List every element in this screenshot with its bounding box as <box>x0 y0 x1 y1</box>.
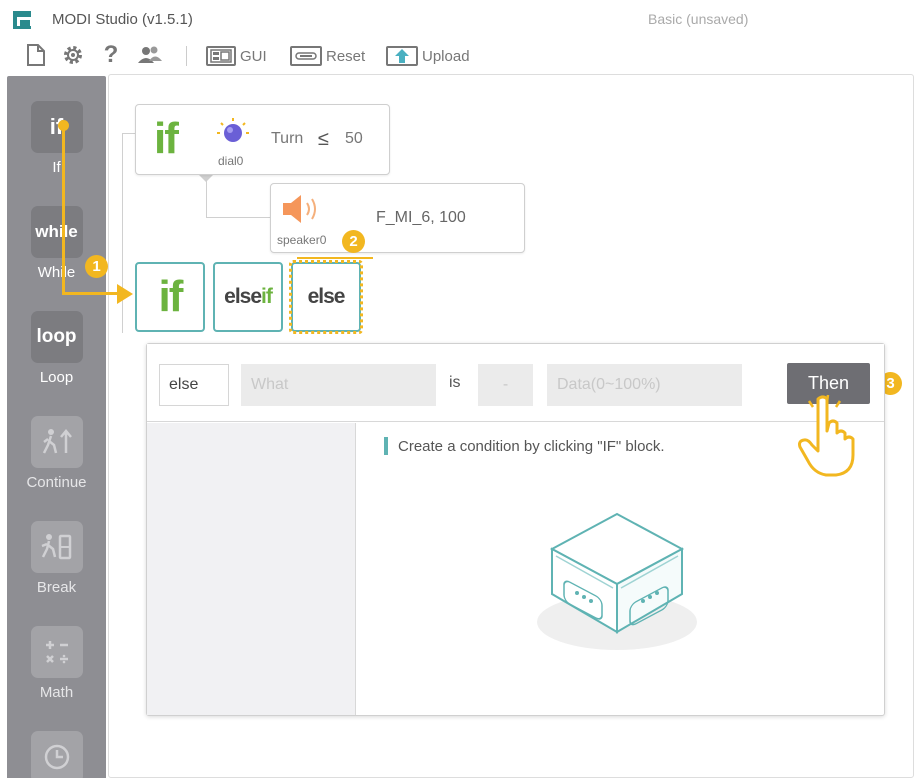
pointer-hand-icon <box>796 393 862 484</box>
settings-gear-icon[interactable] <box>60 43 86 67</box>
toolbar-separator <box>186 46 187 66</box>
step-badge-2: 2 <box>342 230 365 253</box>
what-field[interactable]: What <box>241 364 436 406</box>
flow-connector <box>206 217 270 218</box>
sidebar-item-label: Loop <box>39 369 74 386</box>
sidebar-item-math[interactable]: Math <box>7 626 106 701</box>
reset-button-label: Reset <box>326 47 366 65</box>
add-if-button[interactable]: if <box>135 262 205 332</box>
else-highlight <box>289 260 363 334</box>
sidebar-item-label: Math <box>39 684 74 701</box>
add-elseif-button[interactable]: else if <box>213 262 283 332</box>
reset-button[interactable]: Reset <box>290 43 365 69</box>
toolbar: ? GUI Reset Upload <box>0 40 915 72</box>
modi-logo-icon <box>13 11 33 29</box>
speaker-module-name: speaker0 <box>277 233 327 247</box>
upload-icon <box>386 46 418 66</box>
tutorial-arrow-line <box>62 124 65 294</box>
connector-notch <box>198 174 214 182</box>
hint-text: Create a condition by clicking "IF" bloc… <box>398 437 665 455</box>
if-module-name: dial0 <box>218 154 244 168</box>
if-value[interactable]: 50 <box>345 130 363 148</box>
elseif-button-label-else: else <box>224 285 262 308</box>
if-operator[interactable]: ≤ <box>318 128 329 151</box>
if-keyword: if <box>154 114 179 163</box>
sidebar-item-continue[interactable]: Continue <box>7 416 106 491</box>
gui-button-label: GUI <box>240 47 267 65</box>
elseif-button-label-if: if <box>261 285 273 308</box>
tutorial-arrow-head-icon <box>117 284 133 304</box>
file-status: Basic (unsaved) <box>648 11 749 27</box>
condition-hint: Create a condition by clicking "IF" bloc… <box>384 437 665 455</box>
clock-icon <box>30 731 83 778</box>
gui-icon <box>206 46 236 66</box>
condition-header: else What is - Data(0~100%) Then <box>147 344 884 422</box>
tutorial-arrow-start <box>58 120 69 131</box>
is-label: is <box>449 374 461 391</box>
condition-list-pane <box>147 423 356 715</box>
upload-button-label: Upload <box>422 47 470 65</box>
if-condition-block[interactable]: if dial0 Turn ≤ 50 <box>135 104 390 175</box>
modi-module-illustration-icon <box>532 504 702 659</box>
dial-icon <box>216 117 250 152</box>
sidebar-item-loop[interactable]: loop Loop <box>7 311 106 386</box>
continue-icon <box>30 416 83 468</box>
while-block-icon: while <box>30 206 83 258</box>
reset-icon <box>290 46 322 66</box>
condition-keyword: else <box>159 364 229 406</box>
if-button-label: if <box>158 272 184 321</box>
flow-connector <box>206 176 207 218</box>
sidebar-item-label: Break <box>36 579 77 596</box>
new-file-icon[interactable] <box>24 43 48 67</box>
speaker-action-block[interactable]: speaker0 F_MI_6, 100 <box>270 183 525 253</box>
gui-button[interactable]: GUI <box>206 43 267 69</box>
loop-block-icon: loop <box>30 311 83 363</box>
break-icon <box>30 521 83 573</box>
block-palette-sidebar: if If while While loop Loop Continue Bre… <box>7 76 106 778</box>
flow-connector <box>122 133 136 134</box>
help-icon[interactable]: ? <box>100 43 122 67</box>
data-field[interactable]: Data(0~100%) <box>547 364 742 406</box>
speaker-icon <box>279 192 323 231</box>
if-block-icon: if <box>30 101 83 153</box>
users-icon[interactable] <box>136 43 164 67</box>
upload-button[interactable]: Upload <box>386 43 470 69</box>
sidebar-item-if[interactable]: if If <box>7 101 106 176</box>
sidebar-item-break[interactable]: Break <box>7 521 106 596</box>
title-bar: MODI Studio (v1.5.1) Basic (unsaved) <box>0 0 915 40</box>
step-badge-1: 1 <box>85 255 108 278</box>
condition-panel: else What is - Data(0~100%) Then Create … <box>146 343 885 716</box>
math-icon <box>30 626 83 678</box>
if-property[interactable]: Turn <box>271 130 303 148</box>
sidebar-item-label: If <box>52 159 61 176</box>
hint-bar <box>384 437 388 455</box>
speaker-value[interactable]: F_MI_6, 100 <box>376 209 466 227</box>
operator-field[interactable]: - <box>478 364 533 406</box>
tutorial-arrow-line <box>62 292 120 295</box>
sidebar-item-timer[interactable] <box>7 731 106 778</box>
sidebar-item-label: Continue <box>26 474 87 491</box>
else-highlight-line <box>297 257 373 259</box>
window-title: MODI Studio (v1.5.1) <box>52 11 193 28</box>
